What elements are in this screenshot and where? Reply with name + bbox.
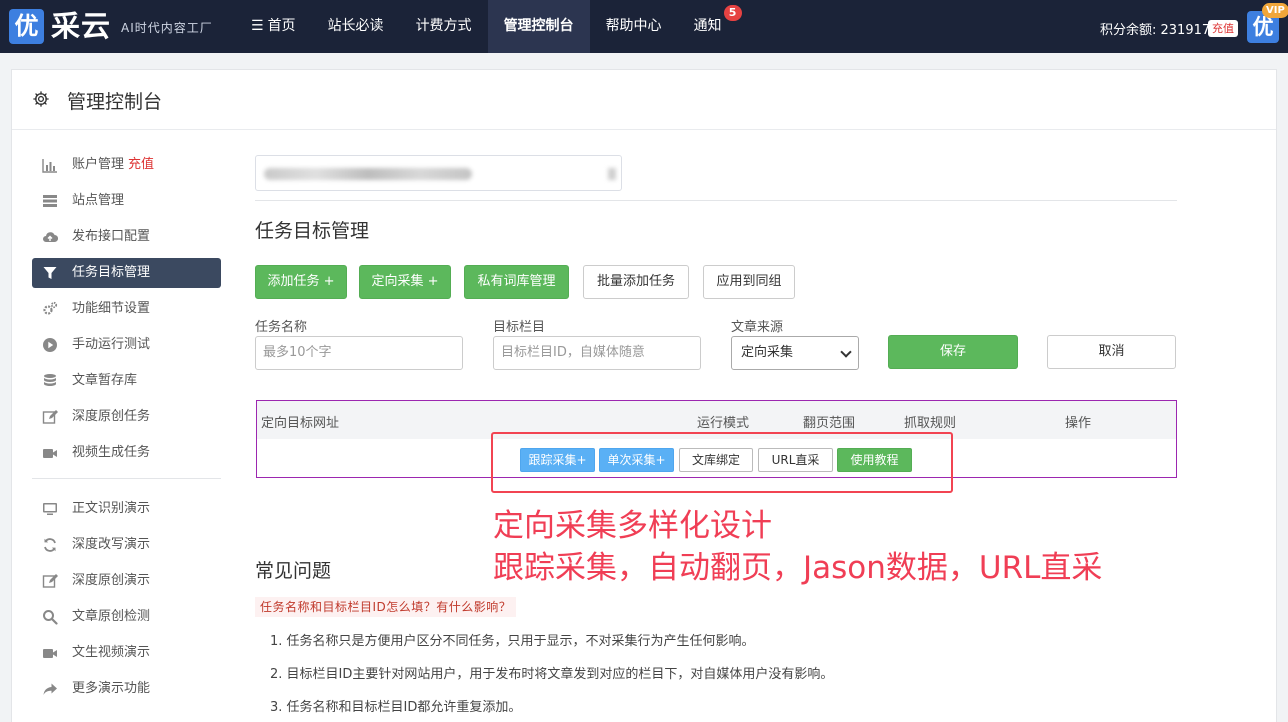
server-icon: [43, 195, 57, 207]
nav-console[interactable]: 管理控制台: [487, 0, 590, 53]
edit-icon: [42, 574, 58, 588]
sidebar-item-deep-original-task[interactable]: 深度原创任务: [32, 402, 221, 432]
sidebar-item-feature-settings[interactable]: 功能细节设置: [32, 294, 221, 324]
apply-to-group-button[interactable]: 应用到同组: [703, 265, 795, 299]
annotation-line-1: 定向采集多样化设计: [493, 508, 772, 544]
sidebar-item-sites[interactable]: 站点管理: [32, 186, 221, 216]
notify-count-badge: 5: [723, 5, 742, 21]
brand-slogan: AI时代内容工厂: [121, 21, 213, 35]
gear-icon: [33, 91, 49, 107]
col-target-url: 定向目标网址: [261, 416, 340, 431]
video-icon: [43, 649, 57, 658]
section-title: 任务目标管理: [255, 220, 370, 242]
col-actions: 操作: [1065, 416, 1092, 431]
recharge-link[interactable]: 充值: [1208, 20, 1238, 37]
save-button[interactable]: 保存: [888, 335, 1018, 369]
vip-badge: VIP: [1262, 3, 1288, 18]
edit-icon: [42, 410, 58, 424]
nav-home[interactable]: ☰ 首页: [235, 0, 312, 53]
faq-answer-1: 1. 任务名称只是方便用户区分不同任务，只用于显示，不对采集行为产生任何影响。: [270, 634, 755, 649]
faq-answer-2: 2. 目标栏目ID主要针对网站用户，用于发布时将文章发到对应的栏目下，对自媒体用…: [270, 667, 834, 682]
filter-icon: [43, 267, 57, 279]
target-column-input[interactable]: 目标栏目ID，自媒体随意: [493, 336, 701, 370]
brand-name[interactable]: 采云: [51, 8, 111, 44]
chevron-down-icon: [840, 346, 852, 358]
col-crawl-rules: 抓取规则: [904, 416, 957, 431]
refresh-icon: [44, 538, 56, 552]
private-lexicon-button[interactable]: 私有词库管理: [464, 265, 569, 299]
faq-question: 任务名称和目标栏目ID怎么填？有什么影响？: [255, 597, 517, 617]
sidebar-item-video-task[interactable]: 视频生成任务: [32, 438, 221, 468]
nav-notify[interactable]: 通知 5: [678, 0, 744, 53]
sidebar-item-more-demos[interactable]: 更多演示功能: [32, 674, 221, 704]
nav-pricing[interactable]: 计费方式: [400, 0, 488, 53]
sidebar-item-publish-api[interactable]: 发布接口配置: [32, 222, 221, 252]
play-icon: [43, 338, 57, 352]
top-navbar: 优 采云 AI时代内容工厂 ☰ 首页 站长必读 计费方式 管理控制台 帮助中心 通…: [0, 0, 1288, 53]
monitor-icon: [43, 503, 57, 515]
targeted-collect-button[interactable]: 定向采集 +: [359, 265, 451, 299]
points-balance: 积分余额: 2319178: [1100, 23, 1219, 38]
sidebar: 账户管理 充值 站点管理 发布接口配置 任务目标管理 功能细节设置 手动运行测试 …: [32, 150, 221, 710]
sidebar-item-text-recognition-demo[interactable]: 正文识别演示: [32, 494, 221, 524]
cloud-upload-icon: [43, 232, 58, 243]
sidebar-item-deep-rewrite-demo[interactable]: 深度改写演示: [32, 530, 221, 560]
batch-add-task-button[interactable]: 批量添加任务: [583, 265, 689, 299]
site-logo[interactable]: 优: [9, 9, 44, 44]
search-icon: [43, 610, 58, 625]
sidebar-item-account[interactable]: 账户管理 充值: [32, 150, 221, 180]
task-name-input[interactable]: 最多10个字: [255, 336, 463, 370]
target-column-label: 目标栏目: [493, 320, 546, 335]
highlight-box: [491, 432, 953, 493]
col-run-mode: 运行模式: [697, 416, 750, 431]
sidebar-item-text-to-video-demo[interactable]: 文生视频演示: [32, 638, 221, 668]
menu-icon: ☰: [251, 18, 264, 34]
bar-chart-icon: [42, 159, 57, 173]
card-header: 管理控制台: [12, 70, 1276, 130]
console-card: 管理控制台 账户管理 充值 站点管理 发布接口配置 任务目标管理 功能细节设置 手…: [11, 69, 1277, 722]
video-icon: [43, 449, 57, 458]
target-url-field[interactable]: [255, 155, 622, 191]
article-source-label: 文章来源: [731, 320, 784, 335]
sidebar-item-deep-original-demo[interactable]: 深度原创演示: [32, 566, 221, 596]
col-page-range: 翻页范围: [803, 416, 856, 431]
sidebar-item-manual-run[interactable]: 手动运行测试: [32, 330, 221, 360]
main-nav: ☰ 首页 站长必读 计费方式 管理控制台 帮助中心 通知 5: [235, 0, 744, 53]
faq-answer-3: 3. 任务名称和目标栏目ID都允许重复添加。: [270, 700, 522, 715]
add-task-button[interactable]: 添加任务 +: [255, 265, 347, 299]
section-divider: [255, 200, 1177, 201]
faq-title: 常见问题: [255, 560, 332, 582]
cancel-button[interactable]: 取消: [1047, 335, 1176, 369]
page-title: 管理控制台: [67, 91, 163, 113]
share-icon: [43, 683, 57, 695]
article-source-select[interactable]: 定向采集: [731, 336, 859, 370]
blurred-url-text: [608, 168, 616, 180]
nav-must-read[interactable]: 站长必读: [312, 0, 400, 53]
blurred-url-text: [264, 168, 472, 180]
recharge-text[interactable]: 充值: [128, 157, 154, 172]
gears-icon: [43, 301, 58, 315]
sidebar-item-originality-check[interactable]: 文章原创检测: [32, 602, 221, 632]
nav-help[interactable]: 帮助中心: [590, 0, 678, 53]
sidebar-item-task-targets[interactable]: 任务目标管理: [32, 258, 221, 288]
database-icon: [44, 374, 56, 386]
sidebar-divider: [32, 478, 221, 479]
task-name-label: 任务名称: [255, 320, 308, 335]
annotation-line-2: 跟踪采集，自动翻页，Jason数据，URL直采: [493, 550, 1103, 586]
sidebar-item-article-store[interactable]: 文章暂存库: [32, 366, 221, 396]
